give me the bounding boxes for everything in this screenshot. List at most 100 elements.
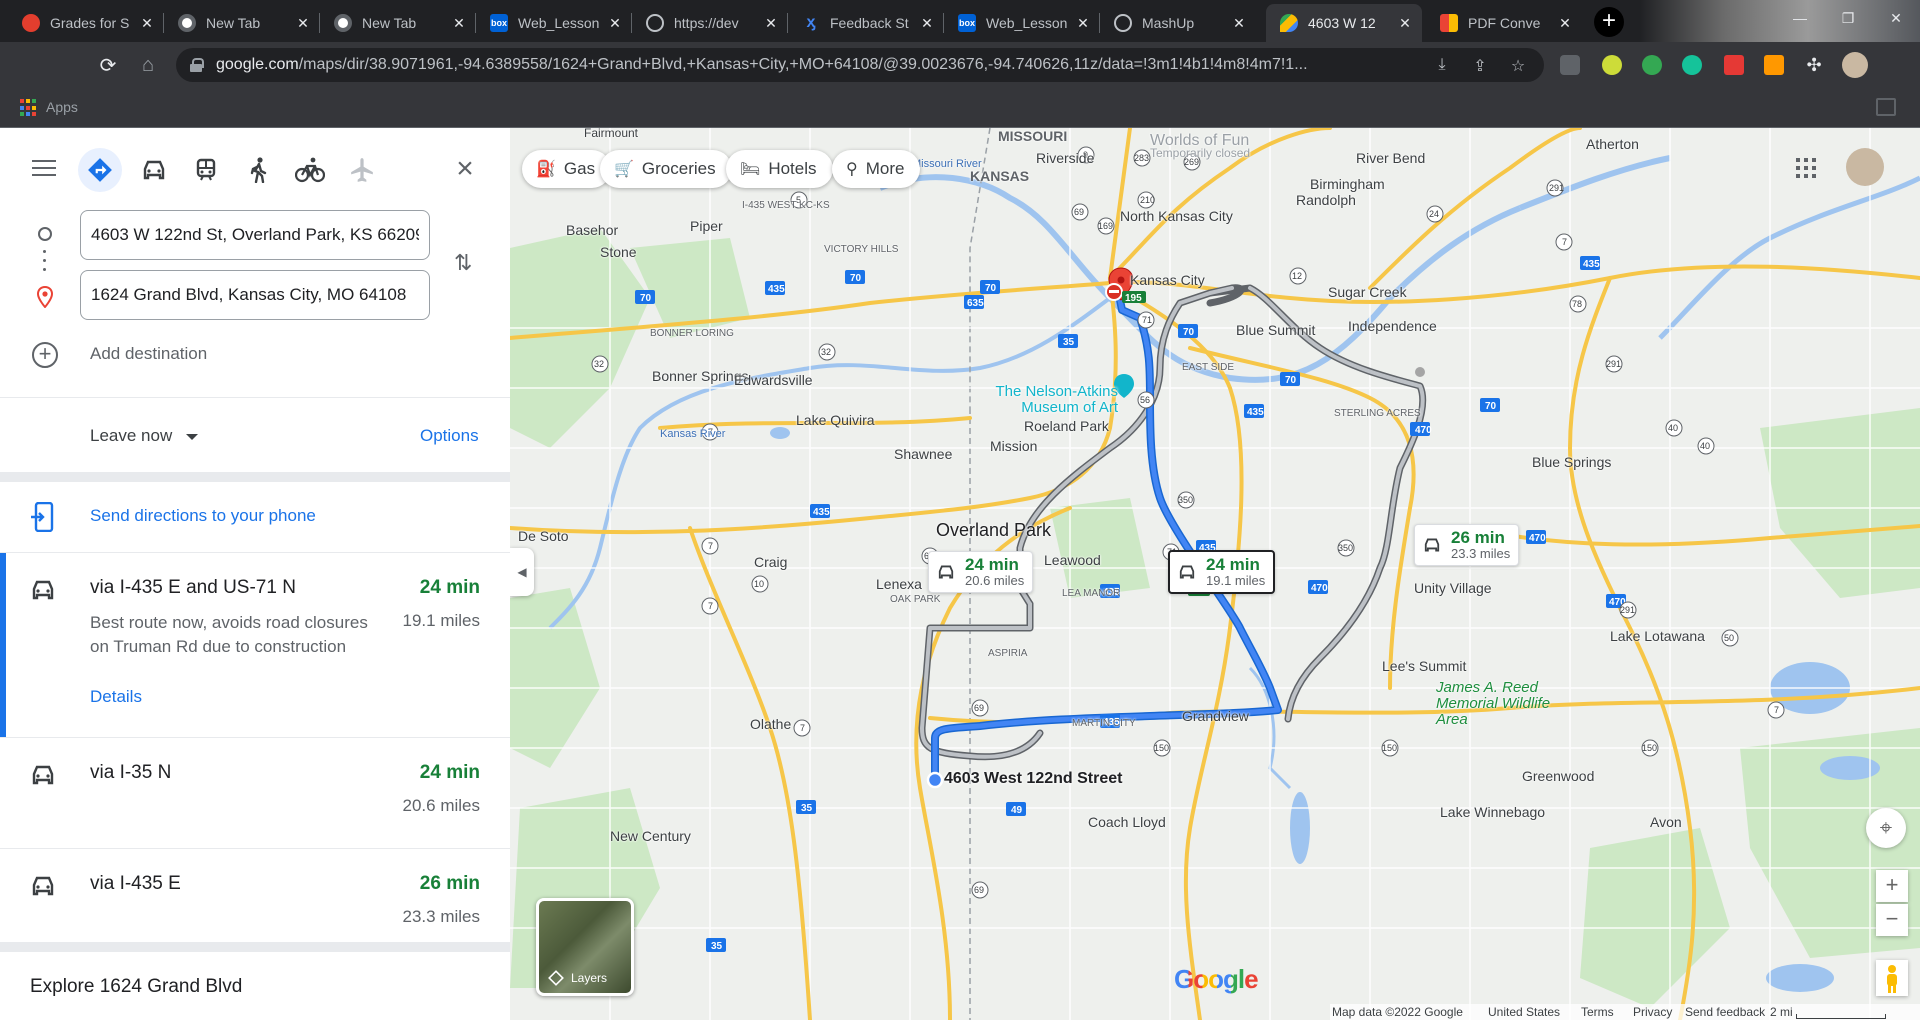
close-tab-icon[interactable]: ✕ <box>918 15 936 32</box>
place-label: STERLING ACRES <box>1334 408 1421 419</box>
menu-icon[interactable] <box>32 160 56 178</box>
close-tab-icon[interactable]: ✕ <box>1074 15 1092 32</box>
zoom-out-button[interactable]: − <box>1876 904 1908 936</box>
tab-4[interactable]: https://dev ✕ <box>632 4 788 42</box>
close-tab-icon[interactable]: ✕ <box>450 15 468 32</box>
flight-mode[interactable] <box>340 148 384 192</box>
tab-0[interactable]: Grades for S ✕ <box>8 4 164 42</box>
groceries-chip[interactable]: 🛒 Groceries <box>600 150 732 188</box>
route-details-link[interactable]: Details <box>90 687 142 707</box>
address-bar[interactable]: google.com/maps/dir/38.9071961,-94.63895… <box>176 48 1544 82</box>
hotels-chip[interactable]: 🛏 Hotels <box>726 150 833 188</box>
shield-extension-icon[interactable] <box>1560 55 1580 75</box>
google-apps-icon[interactable] <box>1796 158 1816 178</box>
map-data-attribution: Map data ©2022 Google <box>1332 1005 1463 1019</box>
privacy-link[interactable]: Privacy <box>1633 1005 1672 1019</box>
home-icon[interactable]: ⌂ <box>132 49 164 81</box>
tab-strip: Grades for S ✕ New Tab ✕ New Tab ✕ box W… <box>0 0 1920 42</box>
place-label: Coach Lloyd <box>1088 814 1166 830</box>
close-tab-icon[interactable]: ✕ <box>1556 15 1574 32</box>
minimize-button[interactable]: — <box>1776 0 1824 36</box>
grammarly-icon[interactable] <box>1682 55 1702 75</box>
apps-grid-icon[interactable] <box>20 99 38 117</box>
driving-mode[interactable] <box>132 148 176 192</box>
tab-6[interactable]: box Web_Lesson ✕ <box>944 4 1100 42</box>
tab-7[interactable]: MashUp ✕ <box>1100 4 1256 42</box>
install-icon[interactable]: ⤓ <box>1432 56 1452 76</box>
add-destination-icon[interactable]: + <box>32 342 58 368</box>
refresh-extension-icon[interactable] <box>1642 55 1662 75</box>
best-route-mode[interactable] <box>78 148 122 192</box>
bookmark-star-icon[interactable]: ☆ <box>1508 56 1528 76</box>
lock-icon <box>190 58 204 72</box>
transit-mode[interactable] <box>184 148 228 192</box>
svg-text:291: 291 <box>1549 183 1564 193</box>
collapse-panel-button[interactable]: ◀ <box>510 548 534 596</box>
country-link[interactable]: United States <box>1488 1005 1560 1019</box>
my-location-icon[interactable]: ⌖ <box>1866 808 1906 848</box>
cycling-mode[interactable] <box>288 148 332 192</box>
reading-list-icon[interactable] <box>1876 98 1896 116</box>
zoom-in-button[interactable]: + <box>1876 870 1908 902</box>
gas-chip[interactable]: ⛽ Gas <box>522 150 612 188</box>
tab-9[interactable]: PDF Conve ✕ <box>1426 4 1582 42</box>
new-tab-button[interactable]: + <box>1594 7 1624 37</box>
airplane-icon <box>351 158 373 182</box>
tab-8-active[interactable]: 4603 W 12 ✕ <box>1266 4 1422 42</box>
more-chip[interactable]: ⚲ More <box>832 150 921 188</box>
route-bubble-selected[interactable]: 24 min 19.1 miles <box>1168 550 1276 594</box>
swap-waypoints-icon[interactable]: ⇅ <box>454 250 472 276</box>
place-label: New Century <box>610 828 691 844</box>
close-tab-icon[interactable]: ✕ <box>138 15 156 32</box>
origin-input[interactable] <box>80 210 430 260</box>
close-tab-icon[interactable]: ✕ <box>606 15 624 32</box>
apps-bookmark[interactable]: Apps <box>46 99 78 115</box>
window-close-button[interactable]: ✕ <box>1872 0 1920 36</box>
place-label: Missouri River <box>912 158 982 170</box>
tab-2[interactable]: New Tab ✕ <box>320 4 476 42</box>
destination-input[interactable] <box>80 270 430 320</box>
leave-now-dropdown[interactable]: Leave now <box>90 426 199 446</box>
close-tab-icon[interactable]: ✕ <box>1396 15 1414 32</box>
close-tab-icon[interactable]: ✕ <box>1230 15 1248 32</box>
tab-5[interactable]: ᶍ Feedback St ✕ <box>788 4 944 42</box>
acrobat-icon[interactable] <box>1724 55 1744 75</box>
maximize-button[interactable]: ❐ <box>1824 0 1872 36</box>
reload-icon[interactable]: ⟳ <box>92 49 124 81</box>
route-name: via I-435 E <box>90 873 181 894</box>
plus-extension-icon[interactable] <box>1602 55 1622 75</box>
svg-text:69: 69 <box>974 703 984 713</box>
account-avatar[interactable] <box>1846 148 1884 186</box>
tab-label: MashUp <box>1142 15 1195 31</box>
route-bubble-i435[interactable]: 26 min 23.3 miles <box>1414 524 1520 566</box>
share-icon[interactable]: ⇪ <box>1470 56 1490 76</box>
route-option-2[interactable]: via I-35 N 24 min 20.6 miles <box>0 738 510 848</box>
options-link[interactable]: Options <box>420 426 479 446</box>
puzzle-icon[interactable]: ✣ <box>1804 55 1824 75</box>
place-label: Lake Quivira <box>796 412 875 428</box>
close-tab-icon[interactable]: ✕ <box>762 15 780 32</box>
profile-avatar[interactable] <box>1842 52 1868 78</box>
walking-mode[interactable] <box>236 148 280 192</box>
svg-text:35: 35 <box>1063 337 1075 348</box>
map-canvas[interactable]: 435 70 70 635 70 35 70 435 70 470 70 435… <box>510 128 1920 1020</box>
route-option-1[interactable]: via I-435 E and US-71 N 24 min Best rout… <box>0 553 510 737</box>
museum-label[interactable]: The Nelson-Atkins Museum of Art <box>988 384 1118 416</box>
close-directions-button[interactable]: × <box>450 154 480 184</box>
origin-marker[interactable] <box>926 771 944 789</box>
key-extension-icon[interactable] <box>1764 55 1784 75</box>
send-directions-link[interactable]: Send directions to your phone <box>90 506 316 526</box>
place-label: Temporarily closed <box>1150 146 1251 160</box>
send-feedback-link[interactable]: Send feedback <box>1685 1005 1765 1019</box>
pegman-icon[interactable] <box>1876 960 1908 996</box>
route-bubble-i35[interactable]: 24 min 20.6 miles <box>928 551 1034 593</box>
svg-text:470: 470 <box>1529 533 1546 544</box>
layers-button[interactable]: Layers <box>536 898 634 996</box>
tab-1[interactable]: New Tab ✕ <box>164 4 320 42</box>
add-destination-button[interactable]: Add destination <box>90 344 207 364</box>
close-tab-icon[interactable]: ✕ <box>294 15 312 32</box>
terms-link[interactable]: Terms <box>1581 1005 1614 1019</box>
place-label: Independence <box>1348 318 1437 334</box>
tab-3[interactable]: box Web_Lesson ✕ <box>476 4 632 42</box>
place-label: Birmingham <box>1310 176 1385 192</box>
